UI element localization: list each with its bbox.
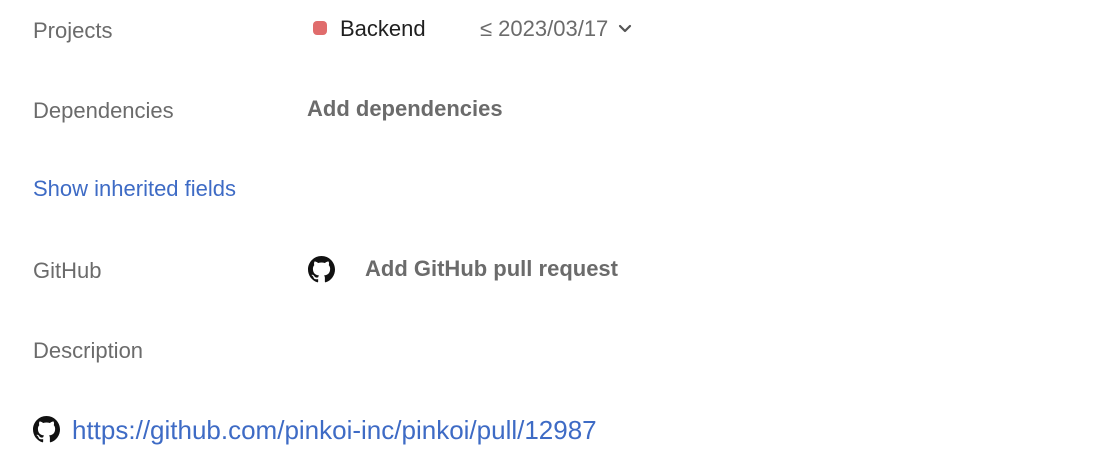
dependencies-label: Dependencies — [33, 98, 174, 123]
milestone-value: ≤ 2023/03/17 — [480, 16, 609, 41]
github-icon — [308, 256, 335, 283]
description-content: https://github.com/pinkoi-inc/pinkoi/pul… — [33, 416, 597, 443]
milestone-dropdown[interactable]: ≤ 2023/03/17 — [480, 18, 632, 40]
github-icon — [33, 416, 60, 443]
show-inherited-fields-link[interactable]: Show inherited fields — [33, 178, 236, 200]
project-name[interactable]: Backend — [340, 18, 426, 40]
description-label: Description — [33, 338, 144, 363]
github-label: GitHub — [33, 258, 102, 283]
chevron-down-icon — [619, 24, 632, 33]
pull-request-link[interactable]: https://github.com/pinkoi-inc/pinkoi/pul… — [72, 417, 597, 443]
projects-label: Projects — [33, 18, 113, 43]
add-dependencies-button[interactable]: Add dependencies — [307, 98, 503, 120]
add-github-pull-request-button[interactable]: Add GitHub pull request — [365, 258, 618, 280]
project-color-dot — [313, 21, 327, 35]
